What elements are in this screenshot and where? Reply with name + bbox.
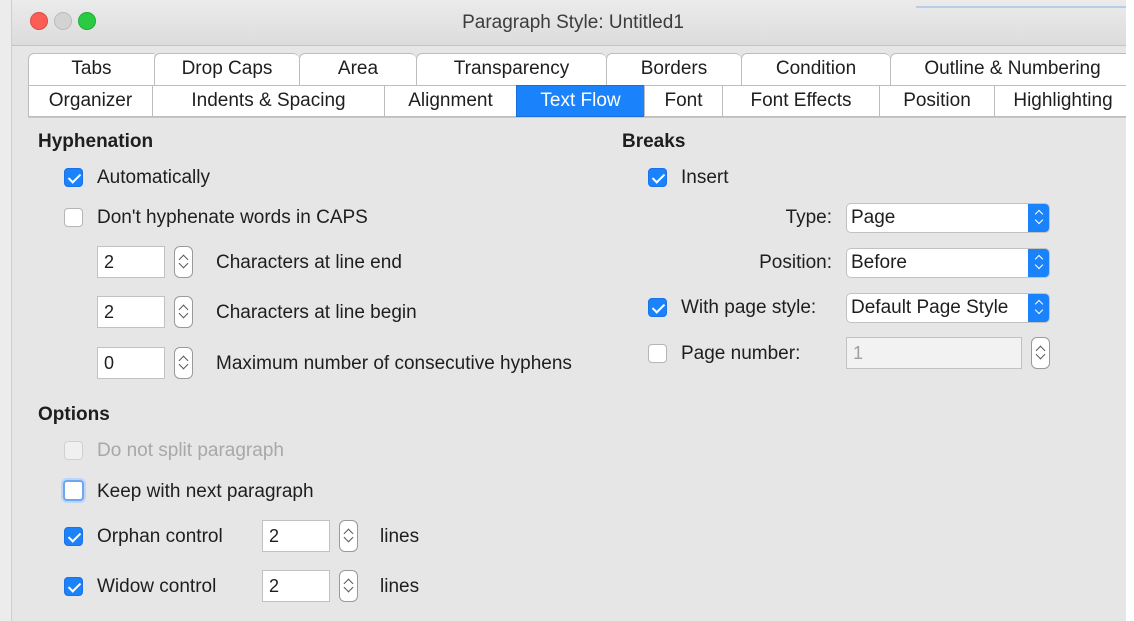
tab-row-2: Organizer Indents & Spacing Alignment Te… — [28, 85, 1132, 117]
tab-font[interactable]: Font — [644, 85, 722, 117]
page-number-label: Page number: — [681, 343, 801, 364]
widow-lines-stepper[interactable] — [339, 570, 358, 602]
break-type-label: Type: — [785, 207, 832, 228]
window-edge-right — [1126, 0, 1134, 621]
with-page-style-label: With page style: — [681, 297, 817, 318]
tab-drop-caps[interactable]: Drop Caps — [154, 53, 299, 85]
widow-lines-unit: lines — [380, 576, 420, 597]
window-title: Paragraph Style: Untitled1 — [462, 12, 684, 33]
page-number-checkbox[interactable] — [648, 344, 667, 363]
tab-row-1: Tabs Drop Caps Area Transparency Borders… — [28, 53, 1134, 85]
tab-text-flow[interactable]: Text Flow — [516, 85, 644, 117]
title-bar: Paragraph Style: Untitled1 — [12, 0, 1134, 46]
chars-line-begin-stepper[interactable] — [174, 296, 193, 328]
chars-line-begin-field[interactable]: 2 — [97, 296, 165, 328]
dont-hyphenate-caps-label: Don't hyphenate words in CAPS — [97, 207, 368, 228]
background-window-edge — [0, 0, 12, 621]
tab-area[interactable]: Area — [299, 53, 416, 85]
automatically-checkbox[interactable] — [64, 168, 83, 187]
tab-organizer[interactable]: Organizer — [28, 85, 152, 117]
tab-highlighting[interactable]: Highlighting — [994, 85, 1132, 117]
orphan-control-checkbox[interactable] — [64, 527, 83, 546]
page-style-value: Default Page Style — [851, 297, 1009, 318]
tab-indents-spacing[interactable]: Indents & Spacing — [152, 85, 384, 117]
break-type-value: Page — [851, 207, 896, 228]
hyphenation-heading: Hyphenation — [38, 131, 154, 152]
chars-line-begin-label: Characters at line begin — [216, 302, 417, 323]
max-hyphens-stepper[interactable] — [174, 347, 193, 379]
insert-break-label: Insert — [681, 167, 729, 188]
page-number-stepper[interactable] — [1031, 337, 1050, 369]
chars-line-end-field[interactable]: 2 — [97, 246, 165, 278]
break-position-label: Position: — [759, 252, 832, 273]
insert-break-checkbox[interactable] — [648, 168, 667, 187]
break-type-dropdown-icon — [1028, 204, 1049, 232]
break-position-value: Before — [851, 252, 907, 273]
widow-control-label: Widow control — [97, 576, 217, 597]
with-page-style-checkbox[interactable] — [648, 298, 667, 317]
keep-with-next-checkbox[interactable] — [63, 480, 84, 501]
no-split-label: Do not split paragraph — [97, 440, 284, 461]
dont-hyphenate-caps-checkbox[interactable] — [64, 208, 83, 227]
options-heading: Options — [38, 404, 110, 425]
no-split-checkbox[interactable] — [64, 441, 83, 460]
automatically-label: Automatically — [97, 167, 210, 188]
tab-outline-numbering[interactable]: Outline & Numbering — [890, 53, 1134, 85]
tab-tabs[interactable]: Tabs — [28, 53, 154, 85]
tab-position[interactable]: Position — [879, 85, 994, 117]
paragraph-style-dialog: Paragraph Style: Untitled1 Tabs Drop Cap… — [12, 0, 1134, 621]
page-number-field[interactable]: 1 — [846, 337, 1022, 369]
orphan-control-label: Orphan control — [97, 526, 223, 547]
orphan-lines-stepper[interactable] — [339, 520, 358, 552]
text-flow-panel: Hyphenation Automatically Don't hyphenat… — [28, 117, 1126, 621]
title-bar-highlight — [916, 6, 1134, 8]
break-position-select[interactable]: Before — [846, 248, 1050, 278]
tab-alignment[interactable]: Alignment — [384, 85, 516, 117]
page-style-select[interactable]: Default Page Style — [846, 293, 1050, 323]
tab-condition[interactable]: Condition — [741, 53, 890, 85]
widow-lines-field[interactable]: 2 — [262, 570, 330, 602]
chars-line-end-stepper[interactable] — [174, 246, 193, 278]
break-type-select[interactable]: Page — [846, 203, 1050, 233]
chars-line-end-label: Characters at line end — [216, 252, 402, 273]
orphan-lines-unit: lines — [380, 526, 420, 547]
max-hyphens-field[interactable]: 0 — [97, 347, 165, 379]
tab-font-effects[interactable]: Font Effects — [722, 85, 879, 117]
tab-transparency[interactable]: Transparency — [416, 53, 606, 85]
breaks-heading: Breaks — [622, 131, 686, 152]
page-style-dropdown-icon — [1028, 294, 1049, 322]
orphan-lines-field[interactable]: 2 — [262, 520, 330, 552]
widow-control-checkbox[interactable] — [64, 577, 83, 596]
max-hyphens-label: Maximum number of consecutive hyphens — [216, 353, 572, 374]
tab-borders[interactable]: Borders — [606, 53, 741, 85]
break-position-dropdown-icon — [1028, 249, 1049, 277]
keep-with-next-label: Keep with next paragraph — [97, 481, 314, 502]
